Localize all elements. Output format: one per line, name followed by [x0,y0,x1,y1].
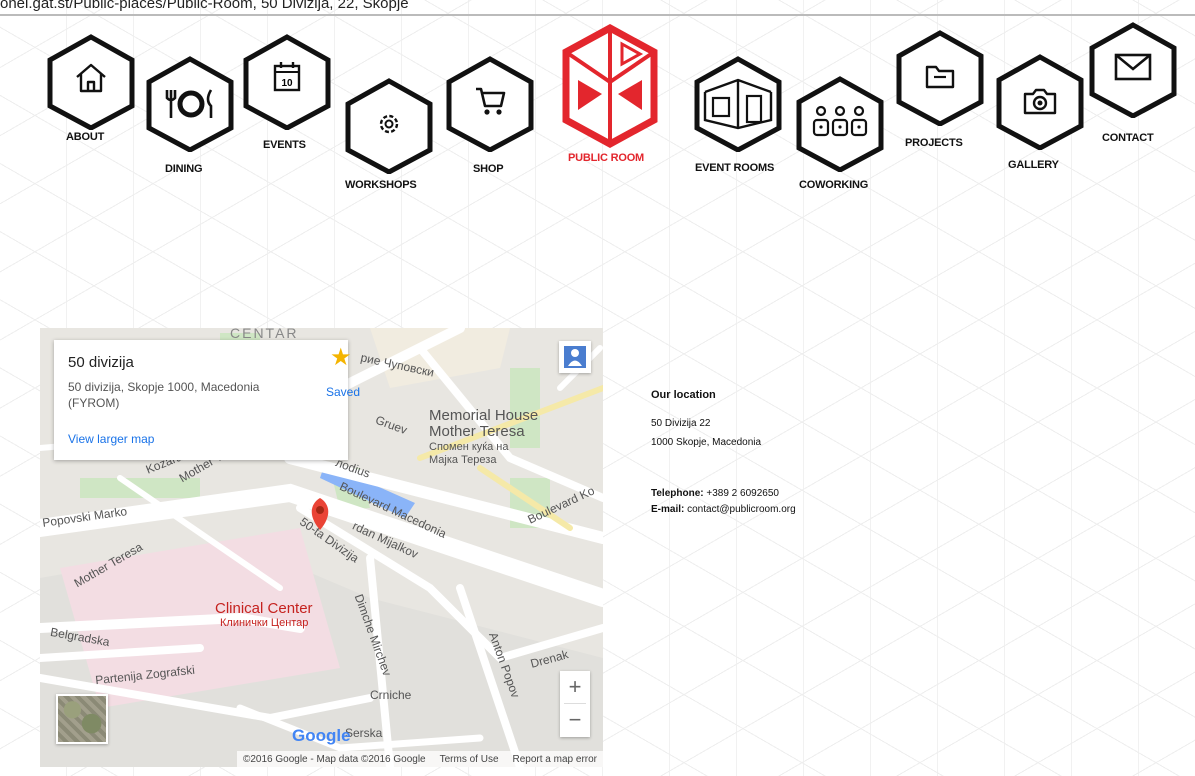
map-label-memorial: Memorial House [429,407,539,424]
google-logo: Google [292,726,351,745]
telephone-line: Telephone: +389 2 6092650 [651,488,796,499]
email-value[interactable]: contact@publicroom.org [687,504,796,515]
browser-url-text: onel.gat.st/Public-places/Public-Room, 5… [0,0,409,12]
coworking-icon [812,105,868,137]
map-label-memorial: Спомен куќа на [429,441,509,453]
envelope-icon [1114,53,1152,81]
nav-workshops[interactable]: WORKSHOPS [344,78,434,198]
public-room-logo [562,24,658,148]
place-address: 50 divizija, Skopje 1000, Macedonia [68,380,260,394]
view-larger-map-link[interactable]: View larger map [68,432,154,446]
location-title: Our location [651,389,716,401]
dining-icon [165,89,213,118]
map-label-memorial: Mother Teresa [429,423,525,440]
calendar-icon: 10 [273,62,301,92]
map-label-clinical: Клинички Центар [220,617,309,629]
nav-contact-label: CONTACT [1102,132,1154,144]
gear-icon [379,114,399,134]
zoom-control: + − [560,671,590,737]
nav-projects-label: PROJECTS [905,137,963,149]
terms-link[interactable]: Terms of Use [440,754,499,765]
zoom-in-button[interactable]: + [560,671,590,703]
calendar-day-text: 10 [281,78,293,89]
person-icon [564,346,586,368]
top-divider [0,14,1195,16]
browser-top-bar: onel.gat.st/Public-places/Public-Room, 5… [0,0,1195,14]
nav-coworking-label: COWORKING [799,179,869,191]
camera-icon [1023,88,1057,115]
map-label-street: Serska [345,726,383,740]
telephone-value[interactable]: +389 2 6092650 [706,488,779,499]
star-icon[interactable]: ★ [330,346,352,370]
room-icon [703,78,773,130]
telephone-label: Telephone: [651,488,704,499]
email-line: E-mail: contact@publicroom.org [651,504,796,515]
nav-gallery-label: GALLERY [1008,159,1059,171]
nav-public-room[interactable]: PUBLIC ROOM [560,24,660,169]
home-icon [76,63,106,93]
cart-icon [476,87,506,115]
nav-events-label: EVENTS [263,139,306,151]
google-map[interactable]: CENTAR рие Чуповски Memorial House Mothe… [40,328,603,767]
map-label-memorial: Мајка Тереза [429,454,497,466]
nav-about-label: ABOUT [66,131,105,143]
nav-shop-label: SHOP [473,163,504,175]
email-label: E-mail: [651,504,685,515]
place-title: 50 divizija [68,354,134,371]
nav-public-room-label: PUBLIC ROOM [568,152,645,164]
nav-about[interactable]: ABOUT [46,34,136,154]
address-line: 50 Divizija 22 [651,418,711,429]
map-label-clinical: Clinical Center [215,600,313,617]
report-error-link[interactable]: Report a map error [513,754,597,765]
folder-icon [925,65,955,89]
nav-event-rooms[interactable]: EVENT ROOMS [693,56,783,176]
map-label-street: Crniche [370,688,412,702]
nav-workshops-label: WORKSHOPS [345,179,417,191]
nav-dining[interactable]: DINING [145,56,235,176]
saved-label[interactable]: Saved [326,385,360,399]
place-info-card: 50 divizija 50 divizija, Skopje 1000, Ma… [54,340,360,460]
nav-contact[interactable]: CONTACT [1088,22,1183,147]
nav-event-rooms-label: EVENT ROOMS [695,162,775,174]
street-view-button[interactable] [559,341,591,373]
nav-events[interactable]: 10 EVENTS [242,34,332,154]
zoom-out-button[interactable]: − [560,704,590,736]
nav-shop[interactable]: SHOP [445,56,535,176]
location-info: Our location 50 Divizija 22 1000 Skopje,… [651,389,796,515]
address-line: 1000 Skopje, Macedonia [651,437,762,448]
nav-projects[interactable]: PROJECTS [895,30,985,160]
place-address: (FYROM) [68,396,120,410]
nav-gallery[interactable]: GALLERY [995,54,1085,179]
nav-dining-label: DINING [165,163,203,175]
nav-coworking[interactable]: COWORKING [795,76,885,196]
map-attribution: ©2016 Google - Map data ©2016 Google Ter… [236,751,603,767]
satellite-toggle[interactable] [56,694,108,744]
map-copyright: ©2016 Google - Map data ©2016 Google [242,753,426,765]
